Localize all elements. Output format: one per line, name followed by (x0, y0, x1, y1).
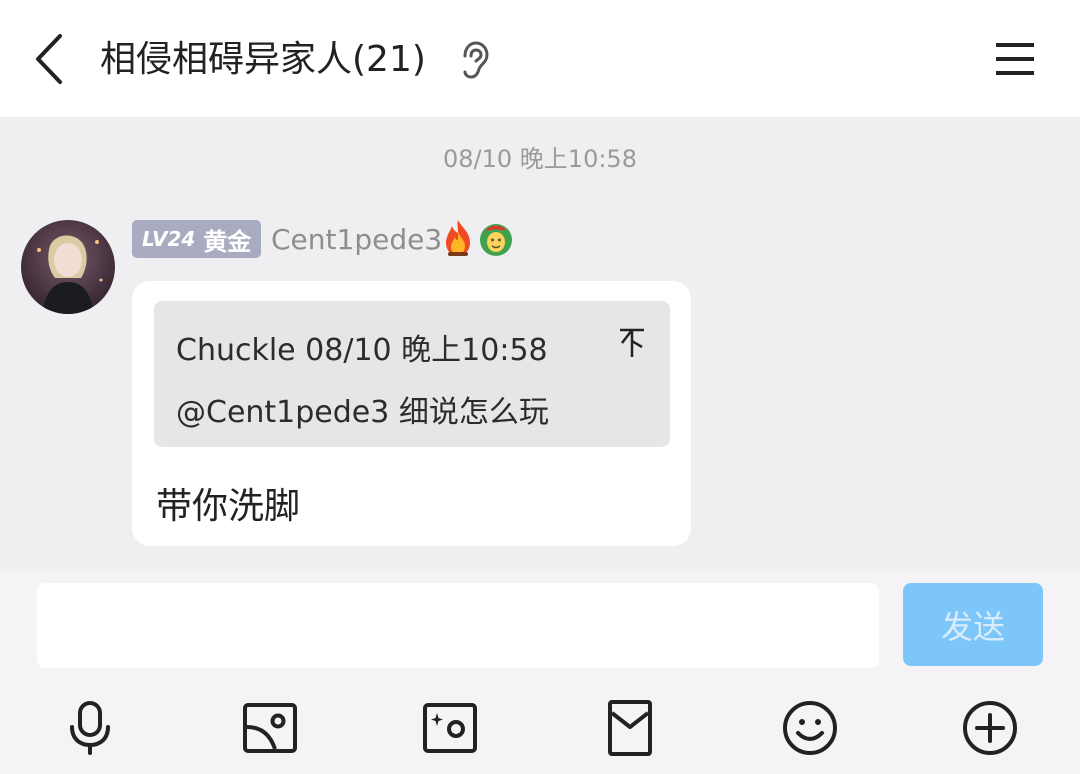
red-packet-icon[interactable] (601, 699, 659, 757)
group-title[interactable]: 相侵相碍异家人(21) (100, 34, 426, 86)
quoted-message[interactable]: Chuckle 08/10 晚上10:58 @Cent1pede3 细说怎么玩 (154, 301, 670, 447)
back-chevron-icon[interactable] (28, 30, 72, 88)
level-badge: LV24 黄金 (132, 220, 262, 258)
composer: 发送 (0, 569, 1080, 774)
image-icon[interactable] (241, 699, 299, 757)
microphone-icon[interactable] (61, 699, 119, 757)
plus-icon[interactable] (961, 699, 1019, 757)
face-icon (480, 224, 512, 256)
message-input[interactable] (37, 583, 879, 668)
chat-area[interactable]: 08/10 晚上10:58 LV24 黄金 Cent1pede3 Chuckle… (0, 117, 1080, 569)
pin-top-icon[interactable] (618, 327, 646, 359)
camera-icon[interactable] (421, 699, 479, 757)
message-text: 带你洗脚 (156, 486, 301, 527)
avatar[interactable] (21, 220, 115, 314)
sender-username[interactable]: Cent1pede3 (271, 221, 442, 259)
send-button[interactable]: 发送 (903, 583, 1043, 666)
emoji-icon[interactable] (781, 699, 839, 757)
rank-text: 黄金 (203, 227, 252, 256)
message-bubble[interactable]: Chuckle 08/10 晚上10:58 @Cent1pede3 细说怎么玩 … (132, 281, 691, 546)
fire-icon (446, 220, 470, 256)
chat-header: 相侵相碍异家人(21) (0, 0, 1080, 117)
level-text: LV24 (142, 227, 196, 251)
menu-icon[interactable] (992, 38, 1038, 80)
quote-header: Chuckle 08/10 晚上10:58 (176, 333, 548, 368)
quote-body: @Cent1pede3 细说怎么玩 (176, 395, 549, 430)
message-timestamp: 08/10 晚上10:58 (443, 145, 637, 173)
ear-icon[interactable] (457, 40, 491, 80)
